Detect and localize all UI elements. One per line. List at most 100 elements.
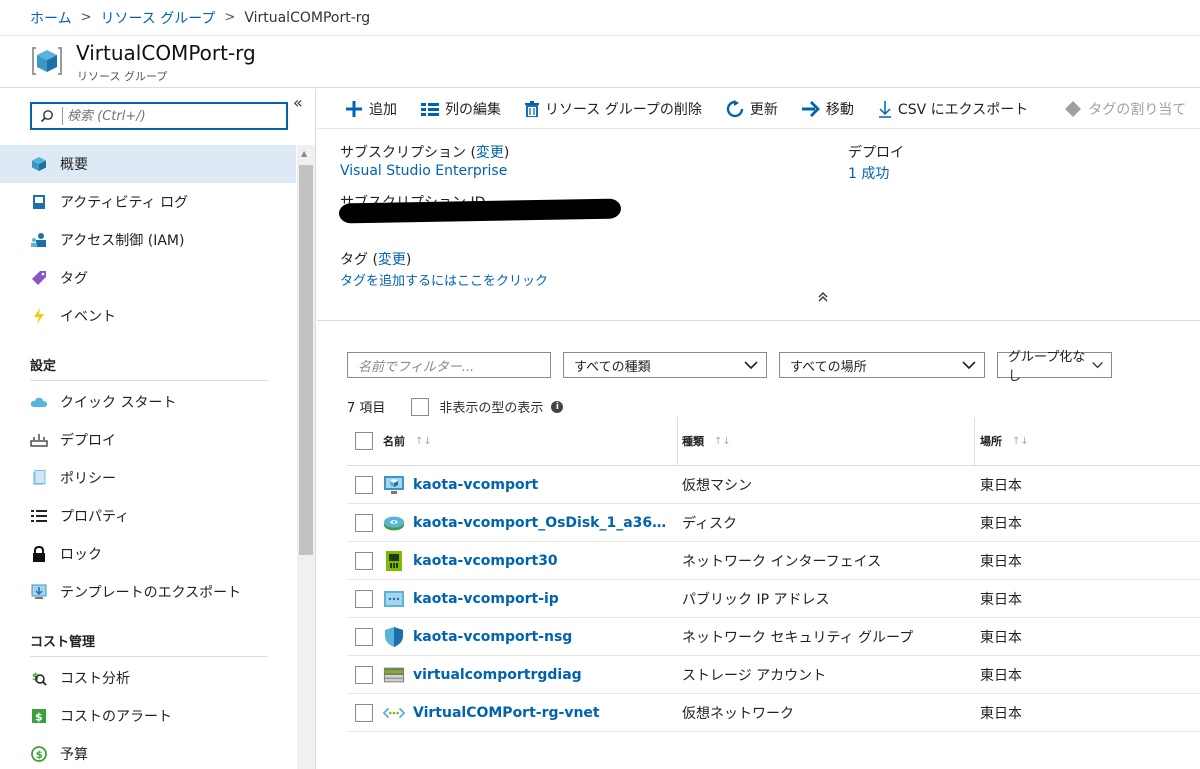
search-input[interactable]	[67, 108, 277, 124]
nic-icon	[383, 550, 405, 572]
sidebar-item-activity-log[interactable]: アクティビティ ログ	[0, 183, 296, 221]
sidebar-item-events[interactable]: イベント	[0, 297, 296, 335]
row-checkbox[interactable]	[355, 627, 373, 646]
breadcrumb-current: VirtualCOMPort-rg	[244, 9, 371, 26]
columns-icon	[421, 102, 439, 116]
delete-resource-group-button[interactable]: リソース グループの削除	[525, 99, 702, 119]
refresh-icon	[726, 99, 744, 118]
sidebar-item-overview[interactable]: 概要	[0, 145, 296, 183]
sidebar-item-cost-analysis[interactable]: $ コスト分析	[0, 659, 296, 697]
sidebar-item-label: イベント	[60, 309, 116, 325]
page-header: VirtualCOMPort-rg リソース グループ	[0, 36, 1200, 88]
row-checkbox[interactable]	[355, 589, 373, 608]
table-row[interactable]: kaota-vcomport30 ネットワーク インターフェイス 東日本	[347, 542, 1200, 580]
paren: )	[503, 145, 510, 161]
name-cell: kaota-vcomport-ip	[347, 588, 677, 610]
iam-icon	[30, 231, 48, 249]
move-button[interactable]: 移動	[801, 99, 854, 119]
sidebar-item-label: 予算	[60, 747, 88, 763]
subscription-label-row: サブスクリプション (変更)	[340, 142, 509, 162]
row-checkbox[interactable]	[355, 665, 373, 684]
chevron-down-icon	[1092, 362, 1103, 369]
type-filter-select[interactable]: すべての種類	[563, 352, 767, 378]
breadcrumb-home[interactable]: ホーム	[30, 8, 72, 28]
resource-name-link[interactable]: kaota-vcomport30	[413, 553, 558, 569]
resource-name-link[interactable]: kaota-vcomport_OsDisk_1_a361383...	[413, 515, 675, 531]
sidebar-item-tags[interactable]: タグ	[0, 259, 296, 297]
page-title: VirtualCOMPort-rg	[76, 41, 256, 65]
item-count: 7 項目	[347, 401, 386, 416]
collapse-sidebar-icon[interactable]: «	[293, 93, 303, 112]
deployments-link[interactable]: 1 成功	[848, 163, 904, 183]
sidebar-item-label: デプロイ	[60, 433, 116, 449]
sort-icon: ↑↓	[415, 435, 432, 447]
table-row[interactable]: kaota-vcomport-ip パブリック IP アドレス 東日本	[347, 580, 1200, 618]
location-filter-select[interactable]: すべての場所	[779, 352, 985, 378]
change-subscription-link[interactable]: 変更	[476, 145, 504, 161]
sidebar-item-quickstart[interactable]: クイック スタート	[0, 383, 296, 421]
refresh-label: 更新	[749, 101, 778, 118]
show-hidden-checkbox[interactable]	[411, 397, 430, 416]
storage-icon	[383, 664, 405, 686]
sidebar-item-label: 概要	[60, 157, 88, 173]
sidebar-item-cost-alerts[interactable]: $ コストのアラート	[0, 697, 296, 735]
sidebar-item-budgets[interactable]: $ 予算	[0, 735, 296, 769]
tags-field: タグ (変更) タグを追加するにはここをクリック	[340, 249, 548, 289]
table-row[interactable]: kaota-vcomport 仮想マシン 東日本	[347, 466, 1200, 504]
sidebar-item-deployments[interactable]: デプロイ	[0, 421, 296, 459]
chevron-down-icon	[962, 361, 976, 370]
collapse-essentials-icon[interactable]	[817, 291, 829, 306]
search-box[interactable]	[30, 102, 288, 130]
row-checkbox[interactable]	[355, 475, 373, 494]
group-by-select[interactable]: グループ化なし	[997, 350, 1112, 384]
add-tags-link[interactable]: タグを追加するにはここをクリック	[340, 270, 548, 289]
table-row[interactable]: VirtualCOMPort-rg-vnet 仮想ネットワーク 東日本	[347, 694, 1200, 732]
tag-icon	[30, 269, 48, 287]
row-checkbox[interactable]	[355, 703, 373, 722]
assign-tags-button[interactable]: タグの割り当て	[1064, 99, 1186, 119]
type-column-header[interactable]: 種類 ↑↓	[677, 417, 974, 466]
scroll-up-icon[interactable]: ▲	[301, 149, 307, 158]
chevron-down-icon	[744, 361, 758, 370]
sidebar-item-iam[interactable]: アクセス制御 (IAM)	[0, 221, 296, 259]
row-checkbox[interactable]	[355, 513, 373, 532]
table-row[interactable]: kaota-vcomport-nsg ネットワーク セキュリティ グループ 東日…	[347, 618, 1200, 656]
name-column-header[interactable]: 名前 ↑↓	[347, 417, 677, 466]
tags-label: タグ (	[340, 252, 378, 268]
table-row[interactable]: virtualcomportrgdiag ストレージ アカウント 東日本	[347, 656, 1200, 694]
sidebar-item-export-template[interactable]: テンプレートのエクスポート	[0, 573, 296, 611]
info-icon[interactable]: i	[551, 400, 564, 413]
sidebar-item-locks[interactable]: ロック	[0, 535, 296, 573]
resource-name-link[interactable]: kaota-vcomport	[413, 477, 538, 493]
edit-columns-button[interactable]: 列の編集	[421, 99, 501, 119]
name-cell: virtualcomportrgdiag	[347, 664, 677, 686]
resource-name-link[interactable]: kaota-vcomport-ip	[413, 591, 559, 607]
table-row[interactable]: kaota-vcomport_OsDisk_1_a361383... ディスク …	[347, 504, 1200, 542]
scrollbar-thumb[interactable]	[299, 165, 313, 555]
resource-name-link[interactable]: kaota-vcomport-nsg	[413, 629, 572, 645]
sidebar-item-properties[interactable]: プロパティ	[0, 497, 296, 535]
resource-name-link[interactable]: virtualcomportrgdiag	[413, 667, 582, 683]
properties-icon	[30, 507, 48, 525]
refresh-button[interactable]: 更新	[726, 99, 778, 119]
export-csv-button[interactable]: CSV にエクスポート	[878, 99, 1028, 119]
add-button[interactable]: 追加	[345, 99, 397, 119]
cloud-icon	[30, 393, 48, 411]
select-all-checkbox[interactable]	[355, 432, 373, 450]
sidebar-scrollbar[interactable]: ▲	[297, 145, 315, 769]
location-column-label: 場所	[980, 435, 1002, 448]
name-cell: kaota-vcomport	[347, 474, 677, 496]
table-header: 名前 ↑↓ 種類 ↑↓ 場所 ↑↓	[347, 417, 1200, 466]
subscription-link[interactable]: Visual Studio Enterprise	[340, 163, 509, 179]
deployments-label: デプロイ	[848, 145, 904, 161]
deployments-field: デプロイ 1 成功	[848, 142, 904, 183]
name-filter-input[interactable]: 名前でフィルター...	[347, 352, 551, 378]
sidebar-item-policies[interactable]: ポリシー	[0, 459, 296, 497]
location-column-header[interactable]: 場所 ↑↓	[974, 417, 1174, 466]
breadcrumb-resource-groups[interactable]: リソース グループ	[101, 8, 216, 28]
row-checkbox[interactable]	[355, 551, 373, 570]
sidebar-item-label: テンプレートのエクスポート	[60, 585, 242, 601]
tag-icon	[1064, 100, 1082, 118]
resource-name-link[interactable]: VirtualCOMPort-rg-vnet	[413, 705, 600, 721]
change-tags-link[interactable]: 変更	[378, 252, 406, 268]
